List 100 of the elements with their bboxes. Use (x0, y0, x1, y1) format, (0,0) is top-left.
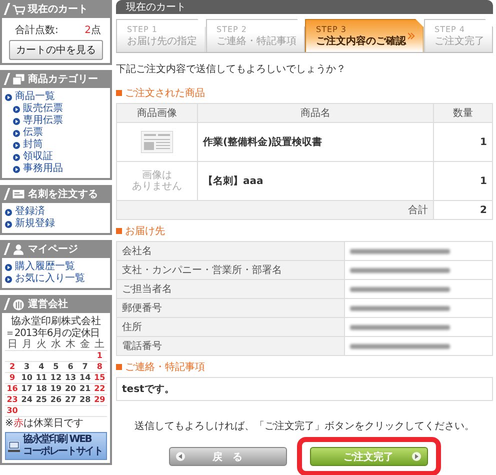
menu-link[interactable]: お気に入り一覧 (15, 273, 85, 285)
section-heading: ご連絡・特記事項 (116, 360, 493, 374)
sidebar-box-title: 商品カテゴリー (28, 72, 98, 86)
right-arrow-icon (412, 452, 420, 461)
total-count: 2点 (84, 24, 101, 37)
view-cart-button[interactable]: カートの中を見る (9, 40, 103, 60)
menu-link[interactable]: 新規登録 (15, 218, 55, 230)
calendar-day: 15 (92, 372, 107, 384)
weekday-label: 木 (63, 340, 78, 350)
calendar-day: 2 (5, 362, 20, 372)
calendar-day: 14 (78, 372, 92, 384)
bullet-icon (5, 264, 12, 270)
header-stripe (4, 298, 10, 310)
window-icon (12, 72, 25, 86)
bullet-icon (13, 142, 20, 148)
calendar-title: ＝2013年6月の定休日 (5, 328, 100, 339)
category-link[interactable]: 領収証 (23, 151, 53, 163)
calendar-day: 24 (20, 394, 34, 406)
holiday-note: ※赤は休業日です (5, 418, 84, 430)
field-label: 支社・カンパニー・営業所・部署名 (116, 260, 344, 280)
field-label: 住所 (116, 318, 344, 336)
calendar-day: 6 (63, 362, 78, 372)
bullet-icon (5, 94, 12, 100)
bullet-icon (13, 118, 20, 124)
header-stripe (4, 243, 10, 255)
bullet-icon (5, 220, 12, 228)
sidebar-box-title: 運営会社 (28, 298, 68, 311)
calendar-day: 25 (34, 394, 49, 406)
calendar-day: 12 (48, 372, 64, 384)
sidebar-box-title: 名刺を注文する (28, 187, 98, 201)
category-link[interactable]: 専用伝票 (23, 115, 63, 127)
total-label: 合計 (116, 200, 434, 220)
bullet-icon (13, 106, 20, 112)
corporate-site-banner[interactable]: 協永堂印刷 WEB コーポレートサイト (5, 432, 107, 460)
card-icon (12, 188, 25, 200)
bullet-icon (5, 276, 12, 282)
bullet-icon (13, 154, 20, 160)
field-label: 電話番号 (116, 336, 344, 356)
calendar-day: 30 (5, 406, 20, 416)
calendar-day: 29 (92, 394, 107, 406)
weekday-label: 水 (48, 340, 64, 350)
chevron-icon (408, 32, 415, 40)
weekday-label: 火 (34, 340, 49, 350)
weekday-label: 月 (20, 340, 34, 350)
menu-link[interactable]: 購入履歴一覧 (15, 261, 75, 273)
calendar-day: 1 (92, 350, 107, 362)
remarks-text: testです。 (116, 377, 493, 401)
category-link[interactable]: 販売伝票 (23, 103, 63, 115)
calendar-day: 28 (78, 394, 92, 406)
section-heading: ご注文された商品 (116, 86, 493, 100)
category-link[interactable]: 商品一覧 (15, 91, 55, 103)
sidebar-box-title: マイページ (28, 243, 78, 256)
field-label: 郵便番号 (116, 298, 344, 318)
field-label: 会社名 (116, 242, 344, 260)
category-link[interactable]: 事務用品 (23, 163, 63, 175)
confirm-instruction: 送信してもよろしければ、「ご注文完了」ボタンをクリックしてください。 (134, 420, 476, 433)
header-stripe (4, 188, 10, 200)
weekday-label: 土 (92, 340, 107, 350)
calendar-day: 3 (20, 362, 34, 372)
menu-link[interactable]: 登録済 (15, 206, 45, 218)
person-icon (12, 242, 25, 256)
bullet-icon (5, 208, 12, 216)
column-header: 商品画像 (116, 104, 198, 122)
sidebar-box-title: 現在のカート (28, 2, 88, 16)
category-link[interactable]: 封筒 (23, 139, 43, 151)
calendar-day: 26 (48, 394, 64, 406)
cart-icon (12, 2, 25, 16)
header-stripe (4, 3, 10, 15)
calendar-day: 23 (5, 394, 20, 406)
bullet-icon (13, 166, 20, 172)
calendar-day: 20 (63, 384, 78, 394)
calendar-day: 27 (63, 394, 78, 406)
calendar-day: 5 (48, 362, 64, 372)
calendar-day: 21 (78, 384, 92, 394)
calendar-day: 11 (34, 372, 49, 384)
calendar-day: 16 (5, 384, 20, 394)
calendar-day: 8 (92, 362, 107, 372)
calendar-day: 4 (34, 362, 49, 372)
quantity: 1 (434, 162, 492, 200)
category-link[interactable]: 伝票 (23, 127, 43, 139)
total-label: 合計点数: (15, 24, 58, 37)
calendar-day: 18 (34, 384, 49, 394)
company-name: 協永堂印刷株式会社 (10, 316, 102, 328)
header-stripe (4, 73, 10, 85)
page-title: 現在のカート (116, 0, 493, 14)
weekday-label: 日 (5, 340, 20, 350)
no-image-text: 画像は ありません (131, 170, 183, 192)
product-name: 作業(整備料金)設置検収書 (198, 122, 434, 162)
computer-icon (8, 440, 20, 452)
calendar-day: 17 (20, 384, 34, 394)
column-header: 数量 (434, 104, 492, 122)
calendar-day: 7 (78, 362, 92, 372)
building-icon (12, 298, 25, 310)
calendar-day: 10 (20, 372, 34, 384)
calendar-day: 13 (63, 372, 78, 384)
field-label: ご担当者名 (116, 280, 344, 298)
section-heading: お届け先 (116, 224, 493, 238)
calendar-day: 19 (48, 384, 64, 394)
total-quantity: 2 (434, 200, 492, 220)
left-arrow-icon (176, 452, 184, 461)
